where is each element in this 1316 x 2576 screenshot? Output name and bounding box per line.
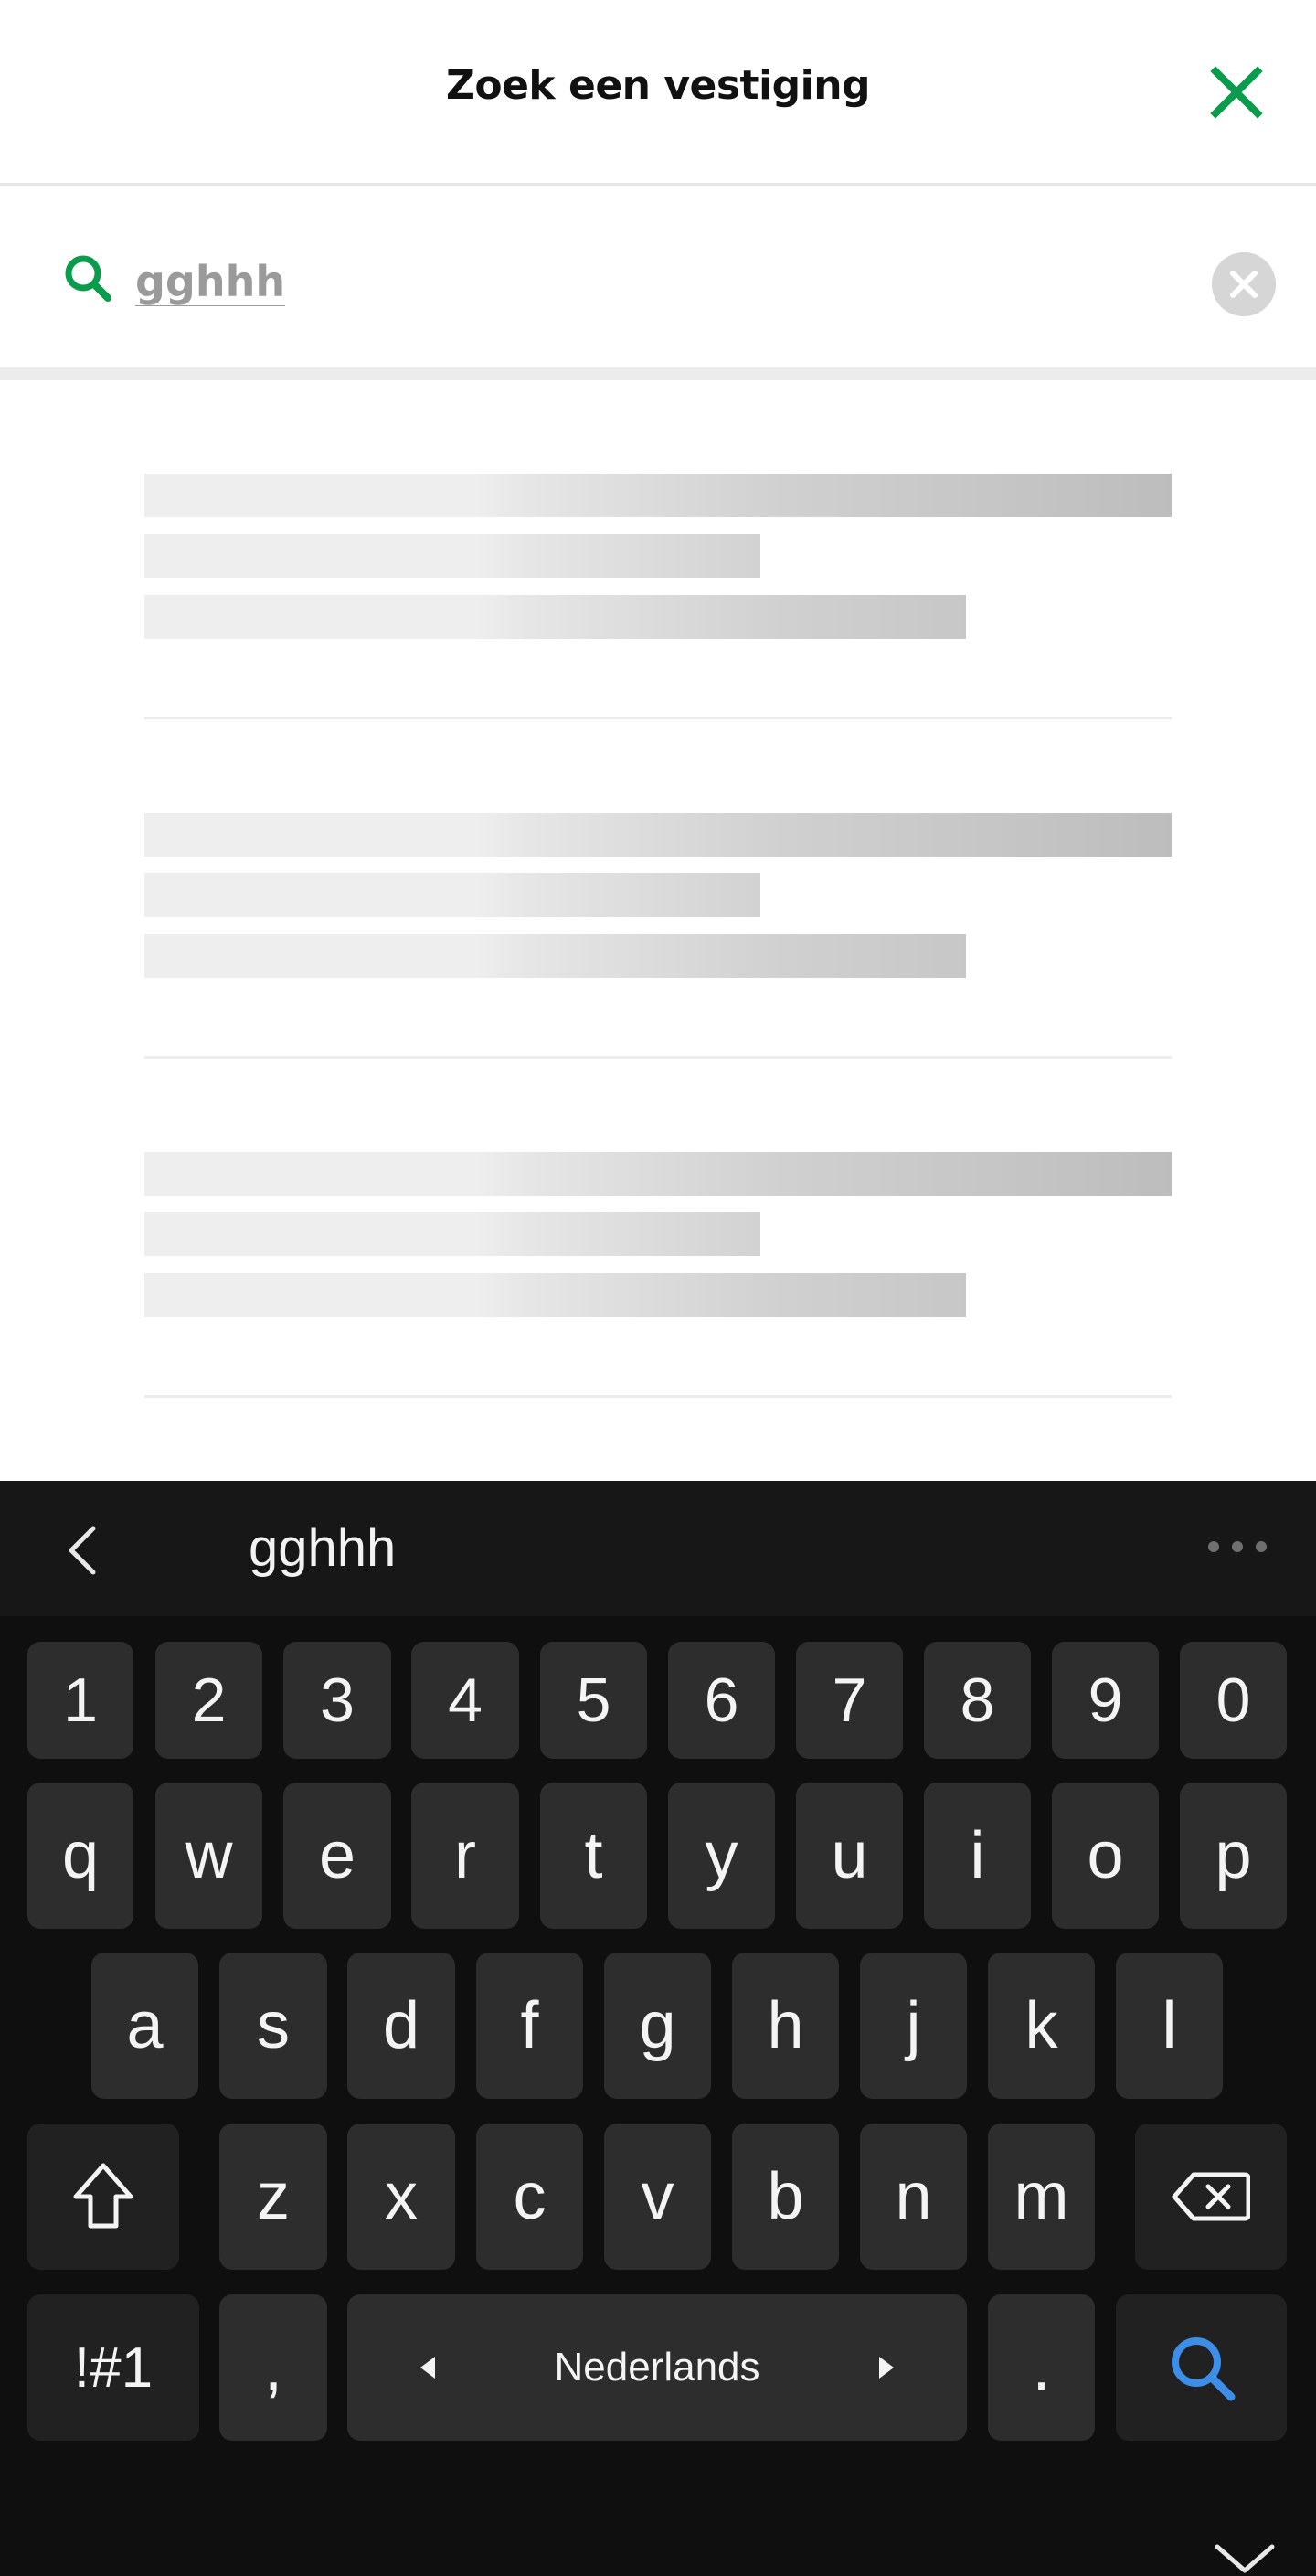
key-i[interactable]: i <box>924 1783 1031 1929</box>
key-e[interactable]: e <box>283 1783 391 1929</box>
search-icon <box>1171 2337 1235 2401</box>
comma-key[interactable]: , <box>219 2294 327 2441</box>
space-key-label: Nederlands <box>554 2345 760 2390</box>
key-7[interactable]: 7 <box>796 1642 903 1759</box>
key-d[interactable]: d <box>347 1953 455 2099</box>
chevron-down-icon[interactable] <box>1212 2541 1278 2576</box>
period-key[interactable]: . <box>988 2294 1095 2441</box>
shift-key[interactable] <box>27 2124 179 2270</box>
header: Zoek een vestiging <box>0 0 1316 186</box>
skeleton-list-item <box>144 1059 1172 1398</box>
skeleton-line <box>144 1152 1172 1196</box>
caret-right-icon <box>879 2357 894 2379</box>
skeleton-line <box>144 595 966 639</box>
key-h[interactable]: h <box>732 1953 839 2099</box>
caret-left-icon <box>420 2357 435 2379</box>
skeleton-list-item <box>144 380 1172 719</box>
results-list-loading <box>144 380 1172 1398</box>
skeleton-line <box>144 1273 966 1317</box>
key-6[interactable]: 6 <box>668 1642 775 1759</box>
key-t[interactable]: t <box>540 1783 647 1929</box>
search-bar <box>0 190 1316 367</box>
key-w[interactable]: w <box>155 1783 262 1929</box>
key-o[interactable]: o <box>1052 1783 1159 1929</box>
backspace-key[interactable] <box>1135 2124 1287 2270</box>
key-3[interactable]: 3 <box>283 1642 391 1759</box>
clear-circle-icon[interactable] <box>1212 252 1276 316</box>
key-l[interactable]: l <box>1116 1953 1223 2099</box>
key-a[interactable]: a <box>91 1953 198 2099</box>
skeleton-line <box>144 474 1172 517</box>
shift-arrow-icon <box>73 2163 133 2229</box>
key-u[interactable]: u <box>796 1783 903 1929</box>
key-c[interactable]: c <box>476 2124 583 2270</box>
key-v[interactable]: v <box>604 2124 711 2270</box>
key-y[interactable]: y <box>668 1783 775 1929</box>
key-k[interactable]: k <box>988 1953 1095 2099</box>
suggestion-word[interactable]: gghhh <box>249 1517 396 1579</box>
key-p[interactable]: p <box>1180 1783 1287 1929</box>
search-icon <box>65 255 111 302</box>
key-9[interactable]: 9 <box>1052 1642 1159 1759</box>
key-f[interactable]: f <box>476 1953 583 2099</box>
key-z[interactable]: z <box>219 2124 327 2270</box>
skeleton-line <box>144 873 760 917</box>
key-r[interactable]: r <box>411 1783 519 1929</box>
key-2[interactable]: 2 <box>155 1642 262 1759</box>
key-g[interactable]: g <box>604 1953 711 2099</box>
skeleton-line <box>144 534 760 578</box>
backspace-icon <box>1172 2172 1250 2221</box>
suggestion-bar: gghhh <box>0 1481 1316 1616</box>
key-x[interactable]: x <box>347 2124 455 2270</box>
chevron-left-icon[interactable] <box>62 1523 101 1578</box>
skeleton-line <box>144 813 1172 857</box>
key-m[interactable]: m <box>988 2124 1095 2270</box>
key-8[interactable]: 8 <box>924 1642 1031 1759</box>
key-n[interactable]: n <box>860 2124 967 2270</box>
key-0[interactable]: 0 <box>1180 1642 1287 1759</box>
divider <box>0 367 1316 380</box>
key-s[interactable]: s <box>219 1953 327 2099</box>
space-key[interactable]: Nederlands <box>347 2294 967 2441</box>
skeleton-list-item <box>144 719 1172 1059</box>
symbols-key[interactable]: !#1 <box>27 2294 199 2441</box>
search-key[interactable] <box>1116 2294 1287 2441</box>
more-dots-icon[interactable] <box>1208 1541 1267 1556</box>
page-title: Zoek een vestiging <box>445 62 871 109</box>
search-input[interactable] <box>135 245 1141 318</box>
skeleton-line <box>144 934 966 978</box>
key-5[interactable]: 5 <box>540 1642 647 1759</box>
key-b[interactable]: b <box>732 2124 839 2270</box>
key-j[interactable]: j <box>860 1953 967 2099</box>
soft-keyboard: gghhh 1 2 3 4 5 6 7 8 9 0 q w e r t y u … <box>0 1481 1316 2576</box>
skeleton-line <box>144 1212 760 1256</box>
close-icon[interactable] <box>1205 60 1268 124</box>
key-4[interactable]: 4 <box>411 1642 519 1759</box>
key-1[interactable]: 1 <box>27 1642 133 1759</box>
key-q[interactable]: q <box>27 1783 133 1929</box>
